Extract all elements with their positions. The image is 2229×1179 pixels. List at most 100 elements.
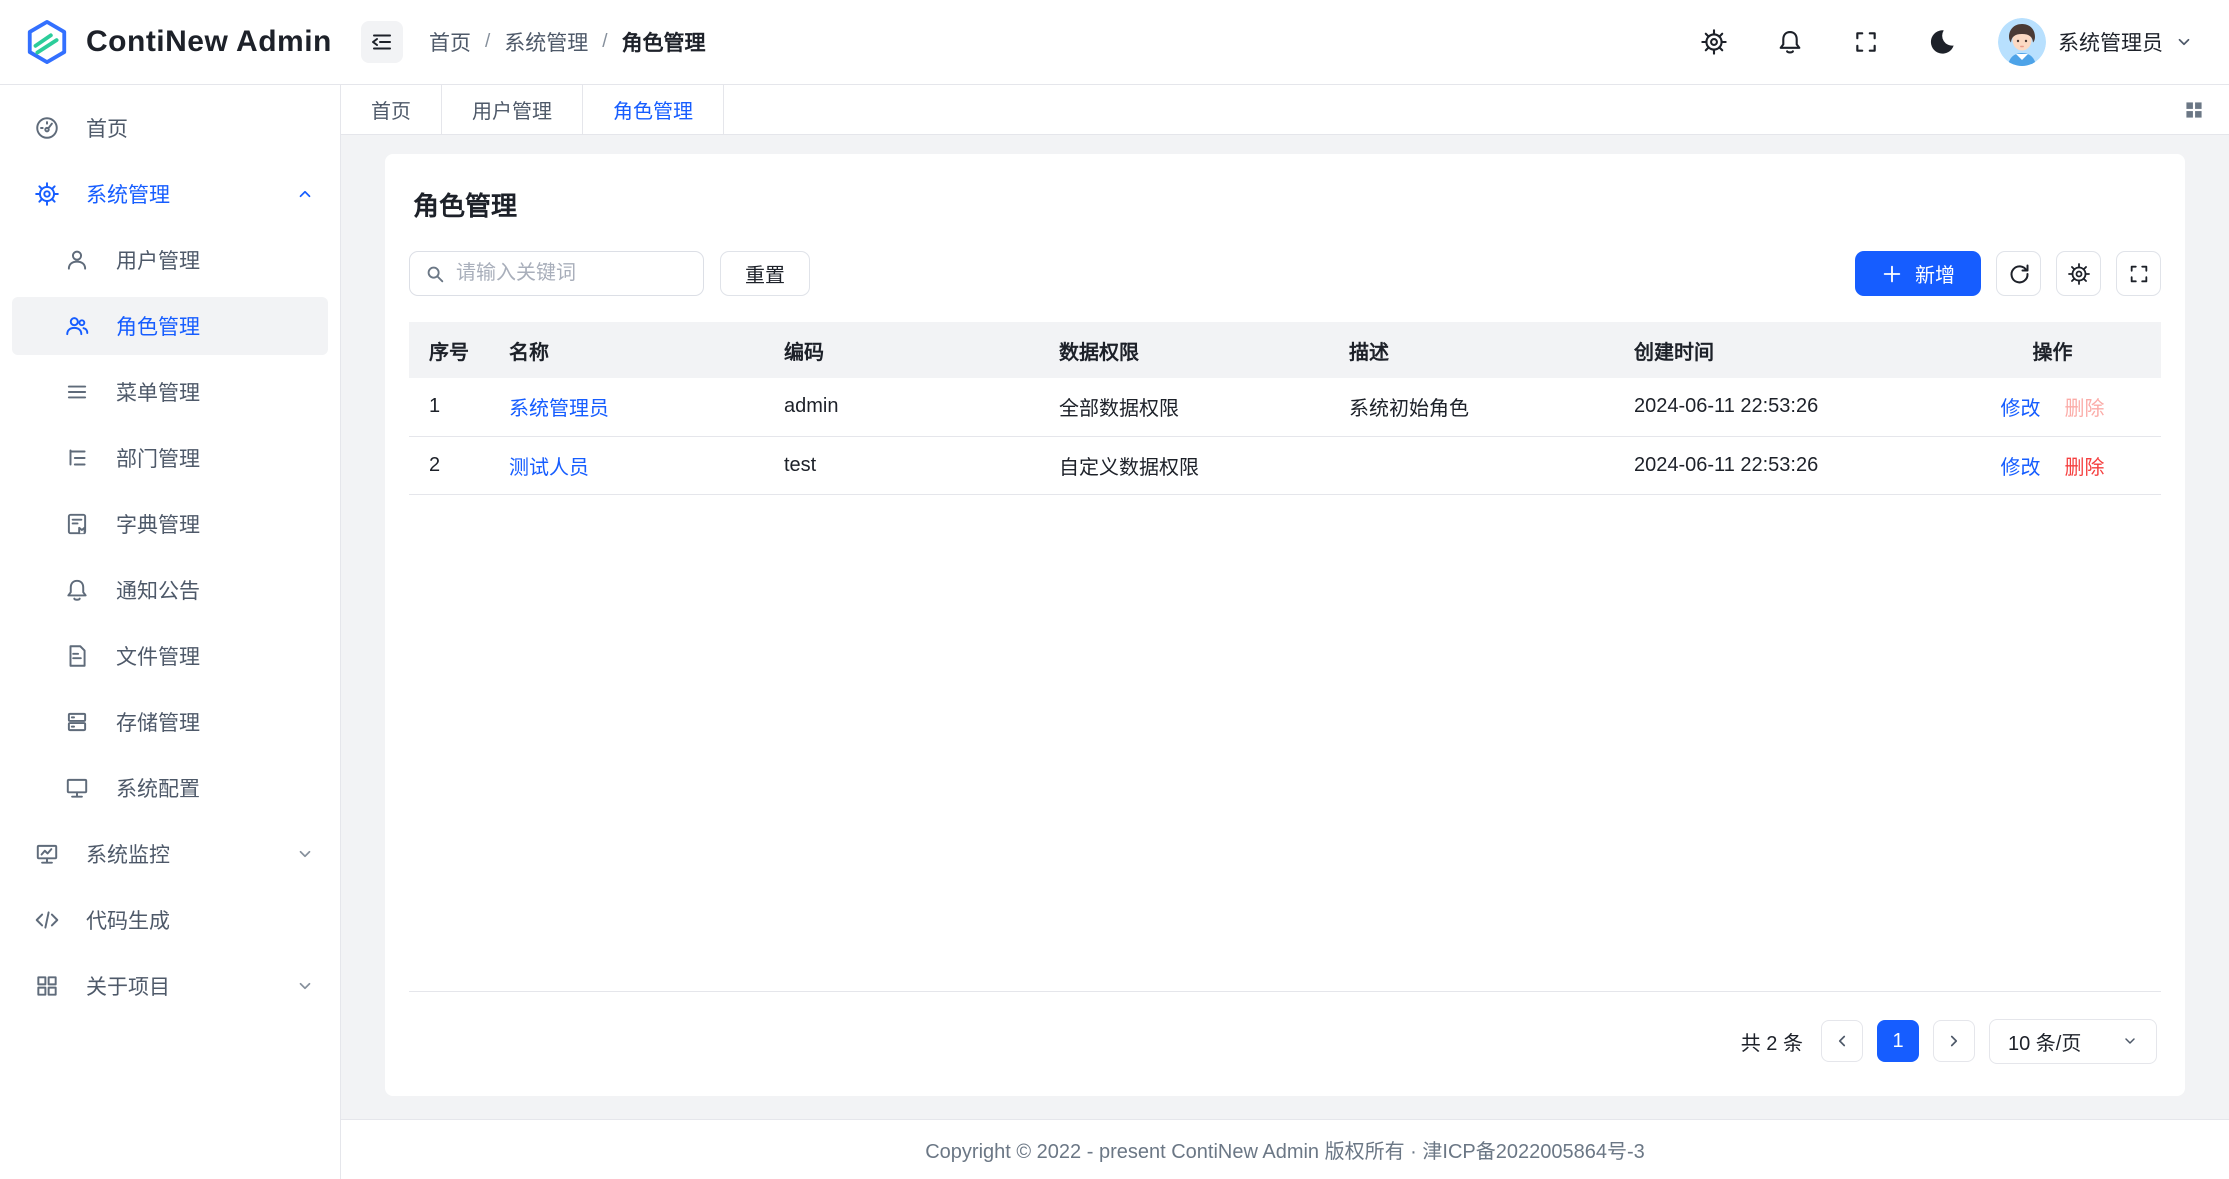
bell-icon bbox=[64, 577, 90, 603]
tabbar-actions bbox=[2181, 85, 2229, 134]
notifications-button[interactable] bbox=[1770, 22, 1810, 62]
sidebar-item-file-management[interactable]: 文件管理 bbox=[12, 627, 328, 685]
book-icon bbox=[64, 511, 90, 537]
cell-desc bbox=[1329, 436, 1614, 494]
prev-page-button[interactable] bbox=[1821, 1020, 1863, 1062]
table-row: 1 系统管理员 admin 全部数据权限 系统初始角色 2024-06-11 2… bbox=[409, 378, 2161, 436]
cell-scope: 自定义数据权限 bbox=[1039, 436, 1329, 494]
bell-icon bbox=[1776, 28, 1804, 56]
add-button[interactable]: 新增 bbox=[1855, 251, 1981, 296]
fullscreen-icon bbox=[1853, 29, 1879, 55]
table-fullscreen-button[interactable] bbox=[2116, 251, 2161, 296]
sidebar-item-notice[interactable]: 通知公告 bbox=[12, 561, 328, 619]
tree-icon bbox=[64, 445, 90, 471]
logo-icon bbox=[24, 19, 70, 65]
header: ContiNew Admin 首页 / 系统管理 / 角色管理 bbox=[0, 0, 2229, 85]
sidebar-item-storage-management[interactable]: 存储管理 bbox=[12, 693, 328, 751]
page-title: 角色管理 bbox=[413, 186, 2161, 223]
menu-lines-icon bbox=[64, 379, 90, 405]
chevron-up-icon bbox=[296, 185, 314, 203]
refresh-button[interactable] bbox=[1996, 251, 2041, 296]
breadcrumb-home[interactable]: 首页 bbox=[429, 27, 471, 57]
avatar bbox=[1998, 18, 2046, 66]
dark-mode-button[interactable] bbox=[1922, 22, 1962, 62]
col-index: 序号 bbox=[409, 322, 489, 378]
col-name: 名称 bbox=[489, 322, 764, 378]
sidebar-item-system-monitor[interactable]: 系统监控 bbox=[12, 825, 328, 883]
col-scope: 数据权限 bbox=[1039, 322, 1329, 378]
edit-link[interactable]: 修改 bbox=[2001, 398, 2041, 420]
tab-user-management[interactable]: 用户管理 bbox=[442, 85, 583, 134]
sidebar-item-label: 系统管理 bbox=[86, 179, 170, 209]
monitor-icon bbox=[64, 775, 90, 801]
file-icon bbox=[64, 643, 90, 669]
tab-home[interactable]: 首页 bbox=[341, 85, 442, 134]
username: 系统管理员 bbox=[2058, 27, 2163, 57]
logo-area[interactable]: ContiNew Admin bbox=[0, 19, 341, 65]
settings-button[interactable] bbox=[1694, 22, 1734, 62]
header-actions: 系统管理员 bbox=[1694, 18, 2193, 66]
search-box bbox=[409, 251, 704, 296]
menu-fold-icon bbox=[370, 30, 394, 54]
chevron-left-icon bbox=[1833, 1032, 1851, 1050]
sidebar-item-role-management[interactable]: 角色管理 bbox=[12, 297, 328, 355]
moon-icon bbox=[1928, 28, 1956, 56]
sidebar-item-dept-management[interactable]: 部门管理 bbox=[12, 429, 328, 487]
role-name-link[interactable]: 系统管理员 bbox=[509, 398, 609, 420]
add-button-label: 新增 bbox=[1915, 259, 1955, 288]
sidebar-item-label: 系统监控 bbox=[86, 839, 170, 869]
sidebar-item-label: 字典管理 bbox=[116, 509, 200, 539]
cell-index: 1 bbox=[409, 378, 489, 436]
plus-icon bbox=[1881, 263, 1903, 285]
sidebar-item-label: 系统配置 bbox=[116, 773, 200, 803]
page-1-button[interactable]: 1 bbox=[1877, 1020, 1919, 1062]
user-menu[interactable]: 系统管理员 bbox=[1998, 18, 2193, 66]
next-page-button[interactable] bbox=[1933, 1020, 1975, 1062]
delete-link[interactable]: 删除 bbox=[2065, 457, 2105, 479]
sidebar-item-dict-management[interactable]: 字典管理 bbox=[12, 495, 328, 553]
role-name-link[interactable]: 测试人员 bbox=[509, 457, 589, 479]
gear-icon bbox=[2067, 262, 2091, 286]
sidebar-item-code-generation[interactable]: 代码生成 bbox=[12, 891, 328, 949]
edit-link[interactable]: 修改 bbox=[2001, 457, 2041, 479]
breadcrumb-separator: / bbox=[602, 31, 607, 53]
fullscreen-button[interactable] bbox=[1846, 22, 1886, 62]
sidebar-item-home[interactable]: 首页 bbox=[12, 99, 328, 157]
copyright-text: Copyright © 2022 - present ContiNew Admi… bbox=[925, 1135, 1645, 1164]
search-input[interactable] bbox=[456, 262, 689, 285]
sidebar-item-system-config[interactable]: 系统配置 bbox=[12, 759, 328, 817]
breadcrumb-system[interactable]: 系统管理 bbox=[504, 27, 588, 57]
chevron-down-icon bbox=[2122, 1033, 2138, 1049]
col-created: 创建时间 bbox=[1614, 322, 1944, 378]
toolbar: 重置 新增 bbox=[409, 251, 2161, 296]
sidebar-item-menu-management[interactable]: 菜单管理 bbox=[12, 363, 328, 421]
sidebar-collapse-button[interactable] bbox=[361, 21, 403, 63]
page-size-select[interactable]: 10 条/页 bbox=[1989, 1019, 2157, 1064]
tab-actions-button[interactable] bbox=[2181, 97, 2207, 123]
breadcrumb: 首页 / 系统管理 / 角色管理 bbox=[429, 27, 706, 57]
main: 首页 用户管理 角色管理 bbox=[341, 85, 2229, 1179]
users-icon bbox=[64, 313, 90, 339]
column-settings-button[interactable] bbox=[2056, 251, 2101, 296]
roles-table: 序号 名称 编码 数据权限 描述 创建时间 操作 bbox=[409, 322, 2161, 992]
tab-label: 首页 bbox=[371, 95, 411, 124]
sidebar-item-system-management[interactable]: 系统管理 bbox=[12, 165, 328, 223]
chevron-down-icon bbox=[2175, 33, 2193, 51]
sidebar-item-label: 角色管理 bbox=[116, 311, 200, 341]
body: 首页 系统管理 bbox=[0, 85, 2229, 1179]
breadcrumb-current: 角色管理 bbox=[622, 27, 706, 57]
sidebar-item-about-project[interactable]: 关于项目 bbox=[12, 957, 328, 1015]
search-icon bbox=[424, 263, 446, 285]
gear-icon bbox=[34, 181, 60, 207]
sidebar-item-user-management[interactable]: 用户管理 bbox=[12, 231, 328, 289]
table-row: 2 测试人员 test 自定义数据权限 2024-06-11 22:53:26 … bbox=[409, 436, 2161, 494]
tab-bar: 首页 用户管理 角色管理 bbox=[341, 85, 2229, 135]
tab-role-management[interactable]: 角色管理 bbox=[583, 85, 724, 134]
cell-created: 2024-06-11 22:53:26 bbox=[1614, 378, 1944, 436]
reset-button[interactable]: 重置 bbox=[720, 251, 810, 296]
fullscreen-icon bbox=[2128, 263, 2150, 285]
sidebar-item-label: 关于项目 bbox=[86, 971, 170, 1001]
header-main: 首页 / 系统管理 / 角色管理 bbox=[341, 18, 2229, 66]
chevron-right-icon bbox=[1945, 1032, 1963, 1050]
cell-created: 2024-06-11 22:53:26 bbox=[1614, 436, 1944, 494]
